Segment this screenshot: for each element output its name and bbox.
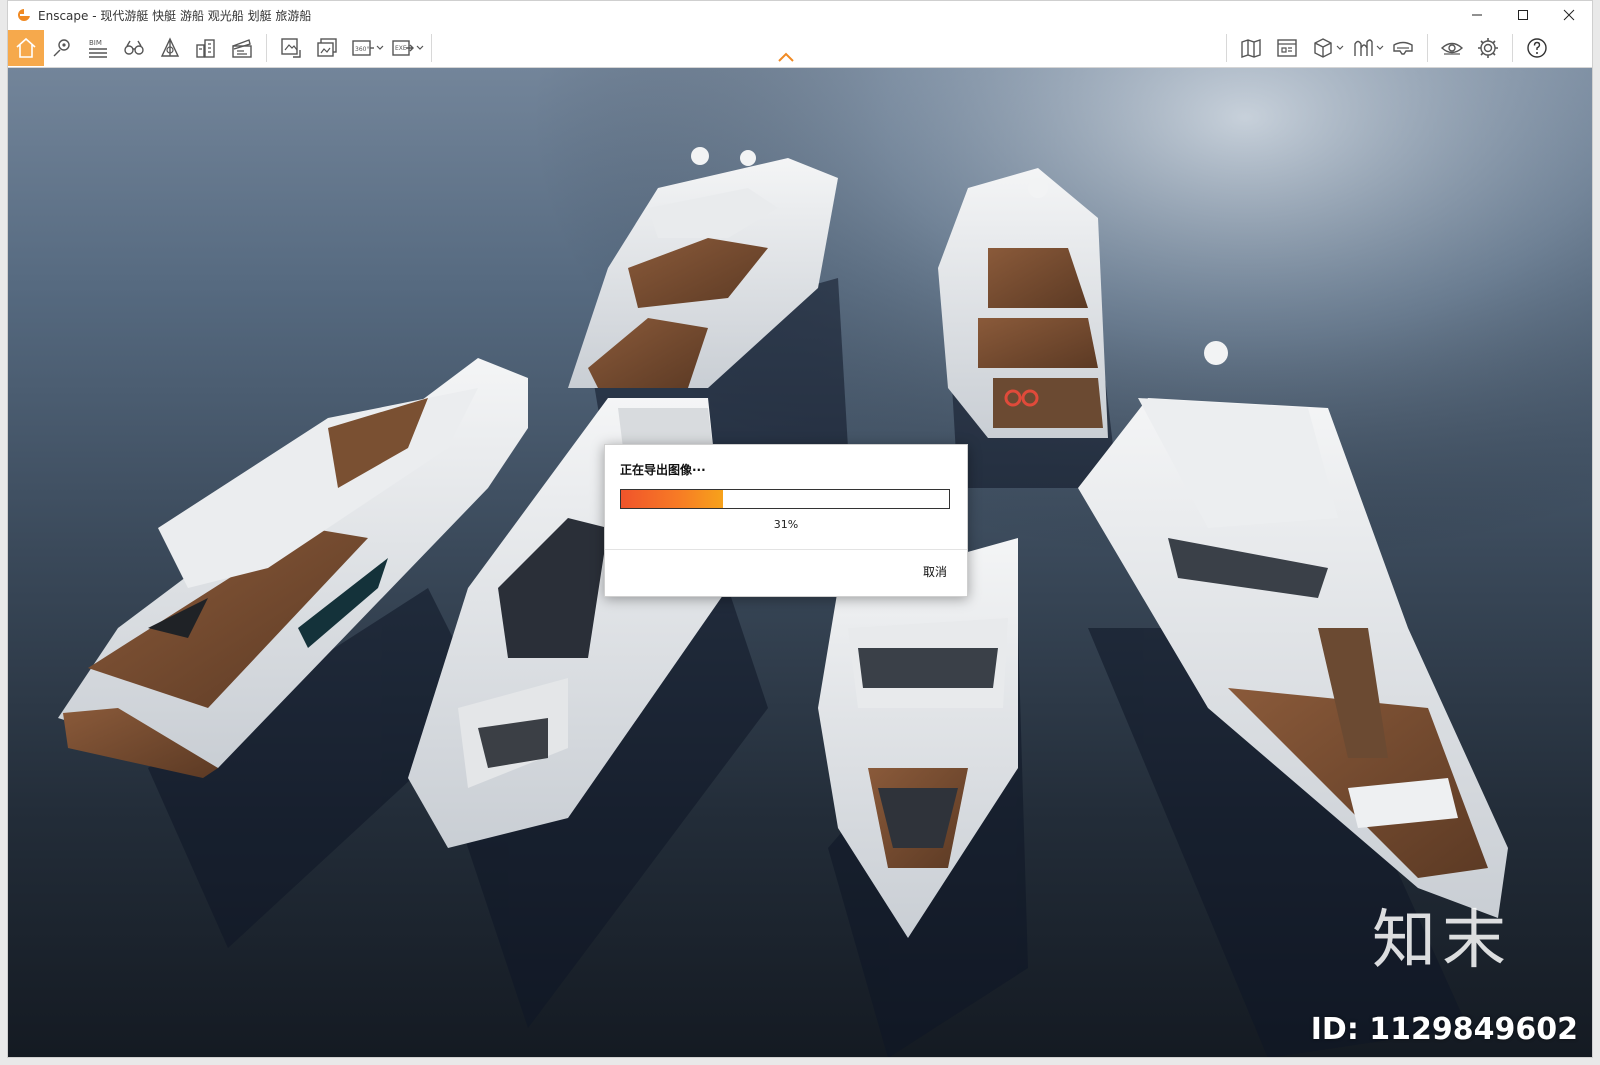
toolbar-separator [431,34,432,62]
perspective-button[interactable] [152,30,188,66]
view-cube-icon [1314,38,1332,58]
render-viewport[interactable]: 知末 ID: 1129849602 正在导出图像··· 31% 取消 [8,68,1592,1057]
video-editor-button[interactable] [224,30,260,66]
exe-label: EXE [395,45,407,52]
toolbar-separator [1512,34,1513,62]
minimize-button[interactable] [1454,1,1500,29]
window-controls [1454,1,1592,29]
location-button[interactable] [44,30,80,66]
map-icon [1241,39,1261,58]
home-button[interactable] [8,30,44,66]
visual-settings-button[interactable] [1434,30,1470,66]
maximize-button[interactable] [1500,1,1546,29]
buildings-icon [196,39,215,58]
enscape-window: Enscape - 现代游艇 快艇 游船 观光船 划艇 旅游船 BIM 360°… [7,0,1593,1058]
screenshot-export-button[interactable] [273,30,309,66]
material-editor-icon [1354,39,1373,56]
export-progress-dialog: 正在导出图像··· 31% 取消 [604,444,968,597]
asset-library-button[interactable] [1269,30,1305,66]
maximize-icon [1518,10,1528,20]
collapse-toolbar-icon[interactable] [776,51,796,63]
vr-headset-button[interactable] [1385,30,1421,66]
batch-render-button[interactable] [309,30,345,66]
view-management-button[interactable] [1305,30,1341,66]
progress-percent: 31% [773,518,799,531]
enscape-logo-icon [18,9,30,21]
dialog-title: 正在导出图像··· [620,463,706,477]
settings-button[interactable] [1470,30,1506,66]
bim-label: BIM [89,39,102,47]
help-icon [1527,38,1547,58]
toolbar-left-group: BIM 360° EXE [8,29,438,67]
walk-mode-button[interactable] [116,30,152,66]
close-button[interactable] [1546,1,1592,29]
main-toolbar: BIM 360° EXE [8,29,1592,68]
bim-icon: BIM [89,39,107,58]
toolbar-separator [1226,34,1227,62]
toolbar-right-group [1220,29,1555,67]
map-button[interactable] [1233,30,1269,66]
progress-bar [620,489,950,509]
bim-button[interactable]: BIM [80,30,116,66]
vr-headset-icon [1393,41,1413,55]
cancel-button[interactable]: 取消 [923,563,947,580]
clapperboard-icon [232,39,252,58]
close-icon [1563,9,1575,21]
toolbar-separator [1427,34,1428,62]
watermark-logo: 知末 [1372,904,1512,978]
home-icon [16,37,36,58]
visual-settings-icon [1440,42,1464,55]
window-title: Enscape - 现代游艇 快艇 游船 观光船 划艇 旅游船 [38,8,312,23]
yacht-top-right [938,168,1108,438]
batch-render-icon [317,38,337,57]
toolbar-separator [266,34,267,62]
exe-export-button[interactable]: EXE [385,30,421,66]
export-exe-icon: EXE [392,40,414,56]
minimize-icon [1472,14,1482,16]
panorama-360-icon: 360° [352,40,374,56]
watermark-id: ID: 1129849602 [1310,1012,1578,1047]
progress-fill [621,490,723,508]
map-pin-icon [53,39,70,57]
dialog-divider [605,549,967,550]
settings-gear-icon [1478,38,1498,58]
asset-library-icon [1277,39,1297,57]
screenshot-export-icon [281,38,301,58]
title-bar: Enscape - 现代游艇 快艇 游船 观光船 划艇 旅游船 [8,1,1592,29]
material-editor-button[interactable] [1345,30,1381,66]
perspective-icon [160,37,180,57]
binoculars-icon [124,40,144,55]
help-button[interactable] [1519,30,1555,66]
panorama-export-button[interactable]: 360° [345,30,381,66]
site-context-button[interactable] [188,30,224,66]
pano-label: 360° [355,46,369,53]
